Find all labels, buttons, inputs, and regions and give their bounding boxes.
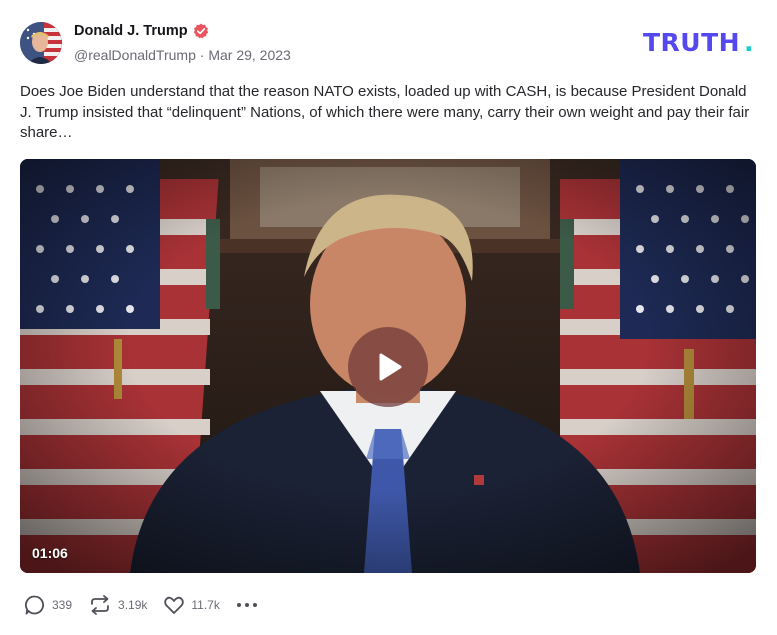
retruth-count: 3.19k	[118, 598, 148, 612]
post-actions: 339 3.19k 11.7k	[24, 592, 274, 618]
avatar-image	[20, 22, 62, 64]
retruth-icon	[91, 595, 109, 615]
like-button[interactable]: 11.7k	[163, 594, 220, 616]
more-icon	[236, 603, 257, 607]
video-player[interactable]: 01:06	[20, 159, 756, 573]
post-header: Donald J. Trump @realDonaldTrump · Mar 2…	[20, 20, 757, 66]
like-count: 11.7k	[191, 598, 220, 612]
reply-icon	[25, 595, 44, 615]
video-duration: 01:06	[32, 545, 68, 561]
author-handle[interactable]: @realDonaldTrump	[74, 47, 196, 63]
truth-logo[interactable]: TRUTH .	[643, 28, 757, 59]
post-date[interactable]: Mar 29, 2023	[208, 47, 291, 63]
more-options-button[interactable]	[236, 594, 258, 616]
truth-logo-text: TRUTH	[643, 30, 740, 54]
author-name[interactable]: Donald J. Trump	[74, 23, 188, 39]
post-body-text: Does Joe Biden understand that the reaso…	[20, 83, 750, 141]
like-icon	[164, 596, 185, 614]
truth-logo-dot: .	[744, 30, 754, 54]
avatar[interactable]	[20, 22, 62, 64]
retruth-button[interactable]: 3.19k	[88, 594, 147, 616]
play-icon	[379, 353, 402, 381]
verified-badge-icon	[193, 23, 208, 39]
play-button[interactable]	[348, 327, 428, 407]
truth-logo-mark: TRUTH .	[643, 28, 754, 57]
reply-button[interactable]: 339	[24, 594, 72, 616]
handle-and-date: @realDonaldTrump · Mar 29, 2023	[74, 47, 291, 63]
reply-count: 339	[52, 598, 73, 612]
